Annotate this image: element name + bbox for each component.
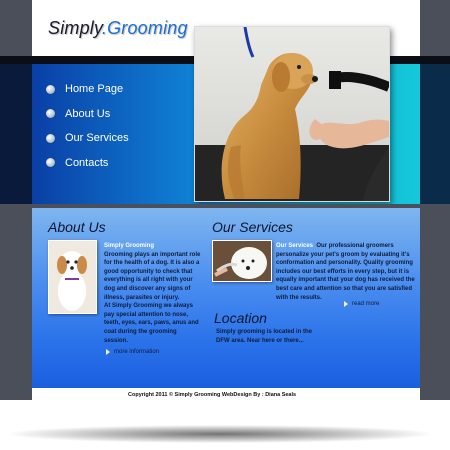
- about-text-1: Grooming plays an important role for the…: [104, 251, 201, 301]
- banner-right-edge: [420, 64, 450, 204]
- puppy-image: [49, 241, 96, 313]
- about-highlight: Simply Grooming: [104, 243, 155, 249]
- read-more-link[interactable]: read more: [344, 301, 379, 307]
- nav-item-label: Home Page: [65, 83, 124, 96]
- nav-item-about[interactable]: About Us: [46, 102, 129, 127]
- nav-item-contacts[interactable]: Contacts: [46, 151, 129, 176]
- services-highlight: Our Services: [276, 243, 314, 249]
- westie-image: [213, 241, 271, 281]
- arrow-right-icon: [344, 301, 348, 307]
- page: Simply.Grooming Home Page About Us Our S…: [0, 0, 450, 450]
- logo-main-text: Simply: [48, 18, 102, 38]
- services-heading: Our Services: [212, 219, 293, 235]
- banner-left-edge: [0, 64, 32, 204]
- site-logo[interactable]: Simply.Grooming: [48, 18, 188, 39]
- about-text: Simply Grooming Grooming plays an import…: [104, 242, 202, 345]
- content-left-edge: [0, 208, 32, 388]
- page-drop-shadow: [10, 425, 430, 443]
- services-text: Our Services Our professional groomers p…: [276, 242, 416, 302]
- about-text-2: At Simply Grooming we always pay special…: [104, 303, 199, 344]
- groomed-dog-image: [195, 27, 389, 201]
- hero-photo: [194, 26, 390, 202]
- services-photo: [212, 240, 272, 282]
- nav-item-home[interactable]: Home Page: [46, 77, 129, 102]
- bullet-icon: [46, 158, 55, 168]
- arrow-right-icon: [106, 349, 110, 355]
- more-information-link[interactable]: more information: [106, 349, 159, 355]
- content-right-edge: [420, 208, 450, 388]
- location-heading: Location: [214, 310, 267, 326]
- nav-item-label: About Us: [65, 107, 111, 120]
- location-text: Simply grooming is located in the DFW ar…: [216, 329, 313, 344]
- services-body: Our professional groomers personalize yo…: [276, 243, 415, 301]
- main-nav: Home Page About Us Our Services Contacts: [46, 77, 129, 175]
- nav-item-label: Contacts: [65, 156, 109, 169]
- read-more-label: read more: [352, 301, 380, 307]
- about-puppy-photo: [48, 240, 97, 314]
- nav-item-services[interactable]: Our Services: [46, 126, 129, 151]
- nav-item-label: Our Services: [65, 132, 129, 145]
- logo-accent-text: .Grooming: [101, 18, 188, 38]
- footer-copyright: Copyright 2011 © Simply Grooming WebDesi…: [128, 392, 297, 398]
- more-information-label: more information: [114, 349, 160, 355]
- about-heading: About Us: [48, 219, 106, 235]
- bullet-icon: [46, 109, 55, 119]
- bullet-icon: [46, 84, 55, 94]
- bullet-icon: [46, 133, 55, 143]
